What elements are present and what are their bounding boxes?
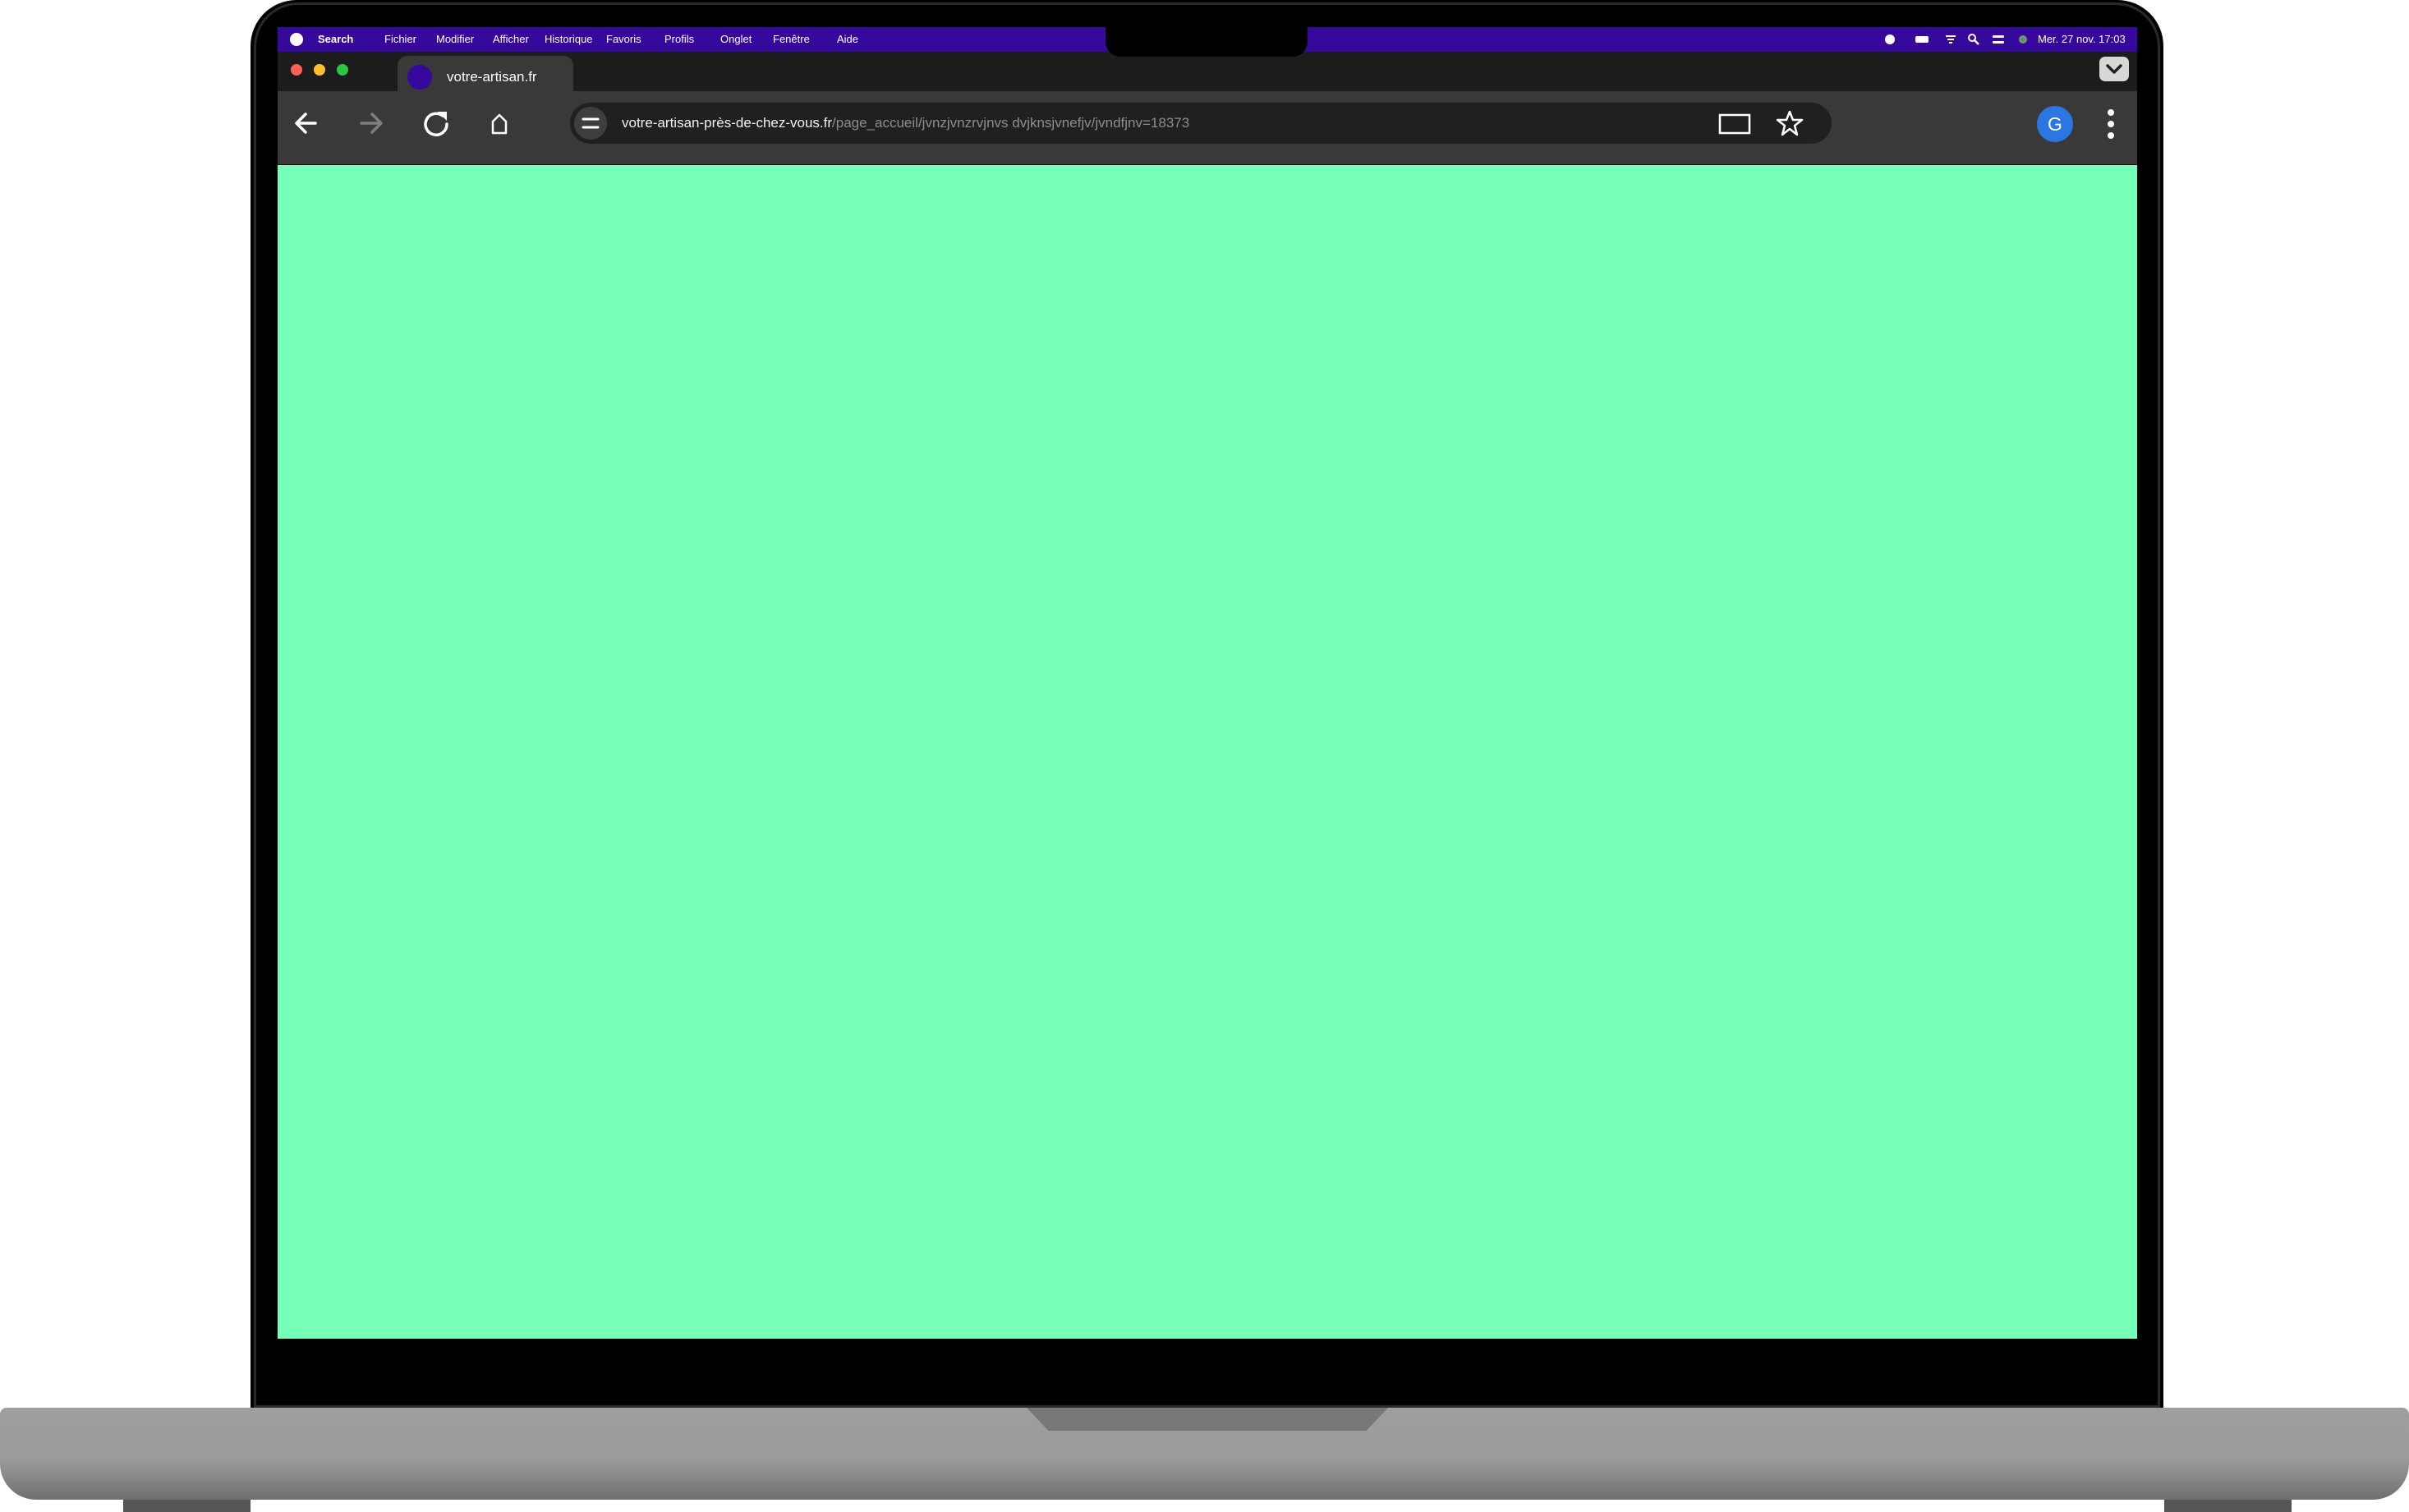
browser-toolbar: votre-artisan-près-de-chez-vous.fr/page_… xyxy=(278,91,2137,164)
battery-icon[interactable] xyxy=(1915,33,1931,46)
tab-title: votre-artisan.fr xyxy=(447,69,537,85)
menu-historique[interactable]: Historique xyxy=(545,33,593,46)
site-info-button[interactable] xyxy=(574,107,607,140)
menu-profils[interactable]: Profils xyxy=(664,33,694,46)
home-button[interactable] xyxy=(481,105,517,141)
menu-favoris[interactable]: Favoris xyxy=(606,33,641,46)
record-dot-icon[interactable] xyxy=(1883,33,1896,46)
close-window-button[interactable] xyxy=(291,64,302,76)
minimize-window-button[interactable] xyxy=(314,64,325,76)
home-icon xyxy=(491,113,508,135)
back-arrow-icon xyxy=(295,113,317,134)
url-text[interactable]: votre-artisan-près-de-chez-vous.fr/page_… xyxy=(622,115,1189,131)
wifi-icon[interactable] xyxy=(1945,33,1956,46)
back-button[interactable] xyxy=(289,105,325,141)
menu-clock[interactable]: Mer. 27 nov. 17:03 xyxy=(2038,33,2126,46)
menu-fichier[interactable]: Fichier xyxy=(384,33,416,46)
page-viewport[interactable] xyxy=(278,165,2137,1339)
more-menu-icon[interactable] xyxy=(2101,108,2121,140)
zoom-window-button[interactable] xyxy=(337,64,348,76)
control-center-icon[interactable] xyxy=(1991,33,2006,46)
menu-aide[interactable]: Aide xyxy=(837,33,858,46)
laptop-screen: Search Fichier Modifier Afficher Histori… xyxy=(278,27,2137,1339)
cast-icon[interactable] xyxy=(1717,109,1752,137)
search-icon[interactable] xyxy=(1967,33,1980,46)
camera-notch xyxy=(1106,27,1308,57)
menu-afficher[interactable]: Afficher xyxy=(493,33,529,46)
profile-avatar[interactable]: G xyxy=(2037,106,2073,142)
menu-onglet[interactable]: Onglet xyxy=(720,33,752,46)
reload-icon xyxy=(424,112,448,136)
chevron-down-icon xyxy=(2106,64,2122,74)
tune-icon xyxy=(582,117,600,129)
app-menu[interactable]: Search xyxy=(318,33,353,46)
apple-menu-icon[interactable] xyxy=(290,33,303,46)
lid-opening-notch xyxy=(1027,1408,1388,1431)
forward-arrow-icon xyxy=(360,113,383,134)
bookmark-star-icon[interactable] xyxy=(1775,109,1804,137)
siri-icon[interactable] xyxy=(2017,33,2029,46)
tab-search-button[interactable] xyxy=(2099,57,2129,81)
laptop-foot-right xyxy=(2164,1500,2292,1512)
forward-button[interactable] xyxy=(353,105,389,141)
favicon-icon xyxy=(407,65,432,90)
address-bar[interactable]: votre-artisan-près-de-chez-vous.fr/page_… xyxy=(570,103,1832,144)
reload-button[interactable] xyxy=(418,105,454,141)
menu-fenetre[interactable]: Fenêtre xyxy=(773,33,810,46)
url-domain: votre-artisan-près-de-chez-vous.fr xyxy=(622,115,833,131)
laptop-foot-left xyxy=(123,1500,251,1512)
url-path: /page_accueil/jvnzjvnzrvjnvs dvjknsjvnef… xyxy=(832,115,1190,131)
menu-modifier[interactable]: Modifier xyxy=(436,33,474,46)
